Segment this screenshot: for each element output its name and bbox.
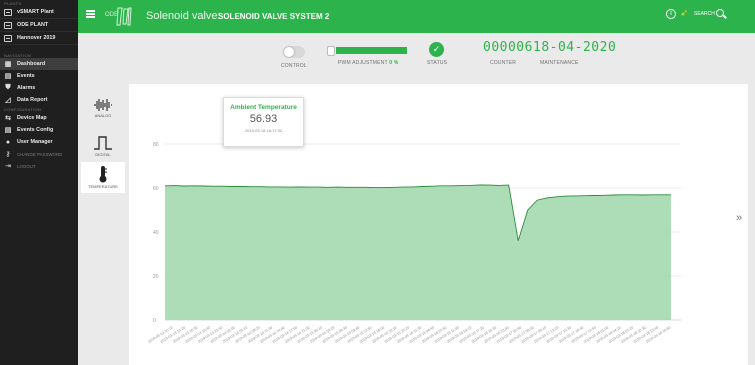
tooltip-value: 56.93 [249,113,278,125]
type-label: ANALOG [94,113,112,118]
sidebar-item-events[interactable]: ▤ Events [0,70,78,82]
y-tick-label: 60 [153,186,159,192]
maintenance-label: MAINTENANCE [540,60,579,66]
sidebar-item-label: CHANGE PASSWORD [17,151,63,157]
sidebar-item-label: LOGOUT [17,163,36,169]
sidebar-item-label: User Manager [17,139,53,145]
info-icon[interactable]: i [666,9,676,19]
sidebar-item-label: Events [17,73,35,79]
y-tick-label: 0 [153,318,156,324]
sidebar-plant-ode[interactable]: ODE PLANT [0,19,78,32]
type-temperature[interactable]: TEMPERATURE [81,162,125,193]
sidebar-item-label: Device Map [17,115,47,121]
sidebar-plant-label: Hannover 2019 [17,35,56,41]
sidebar-item-data-report[interactable]: ◿ Data Report [0,94,78,106]
sidebar-plant-label: vSMART Plant [17,9,54,15]
brand-logo-icon [116,7,132,26]
thermometer-icon [99,166,107,183]
type-analog[interactable]: ANALOG [81,98,125,118]
counter-value: 000006 [483,40,533,55]
type-digital[interactable]: DIGITAL [81,135,125,157]
sidebar-item-user-manager[interactable]: ● User Manager [0,136,78,148]
sidebar-item-label: Data Report [17,97,48,103]
dashboard-icon: ▦ [4,61,12,68]
type-label: DIGITAL [95,152,111,157]
search-icon[interactable] [716,9,724,17]
rocket-icon[interactable]: ➶ [680,8,688,19]
status-check-icon: ✓ [429,42,444,57]
control-toggle[interactable] [283,46,305,58]
plant-icon [4,21,12,29]
sidebar-item-device-map[interactable]: ⇆ Device Map [0,112,78,124]
calendar-icon: ▤ [4,127,12,134]
control-label: CONTROL [281,63,307,69]
counter-label: COUNTER [490,60,517,66]
logout-icon: ⇥ [5,163,11,170]
y-tick-label: 80 [153,142,159,148]
sidebar-item-label: Dashboard [17,61,46,67]
pwm-label-group: PWM ADJUSTMENT 0 % [338,60,398,66]
hamburger-menu-icon[interactable] [86,10,95,18]
chart-icon: ◿ [5,97,11,104]
maintenance-value: 18-04-2020 [533,40,617,55]
waveform-icon [94,99,112,111]
calendar-icon: ▤ [4,73,12,80]
pwm-slider-bar[interactable] [336,47,407,54]
status-label: STATUS [427,60,448,66]
sidebar-plant-label: ODE PLANT [17,22,49,28]
valve-name: SOLENOID VALVE SYSTEM 2 [218,12,330,21]
pwm-value: 0 % [389,60,399,66]
type-label: TEMPERATURE [88,184,118,189]
shield-icon: ⛊ [5,84,11,91]
sensor-type-column: ANALOG DIGITAL TEMPERATURE [78,77,133,365]
sidebar-item-logout[interactable]: ⇥ LOGOUT [0,160,78,172]
plant-icon [4,8,12,16]
chart-card: 0 20 40 60 80 2019-03-13 10:10 2019-03-13 13:2… [129,84,748,365]
y-tick-label: 20 [153,274,159,280]
square-wave-icon [94,136,112,150]
sidebar-item-change-password[interactable]: ⚷ CHANGE PASSWORD [0,148,78,160]
search-label[interactable]: SEARCH [694,11,715,17]
pwm-label: PWM ADJUSTMENT [338,60,388,66]
status-row: CONTROL PWM ADJUSTMENT 0 % ✓ STATUS 0000… [78,33,755,77]
series-area [165,184,671,320]
pwm-slider-handle[interactable] [327,46,335,56]
y-tick-label: 40 [153,230,159,236]
key-icon: ⚷ [5,151,11,158]
sidebar-item-dashboard[interactable]: ▦ Dashboard [0,58,78,70]
tooltip-title: Ambient Temperature [230,104,297,111]
sidebar-plant-vsmart[interactable]: vSMART Plant [0,6,78,19]
chevron-right-icon[interactable]: » [736,212,742,224]
sidebar-item-events-config[interactable]: ▤ Events Config [0,124,78,136]
user-icon: ● [5,138,11,146]
sidebar-plant-hannover[interactable]: Hannover 2019 [0,32,78,45]
sidebar: PLANTS vSMART Plant ODE PLANT Hannover 2… [0,0,78,365]
valve-label: Solenoid valve: [146,10,221,22]
sidebar-item-alarms[interactable]: ⛊ Alarms [0,82,78,94]
map-icon: ⇆ [5,115,11,122]
temperature-chart: 0204060802019-03-13 10:102019-03-13 13:2… [147,142,681,344]
sidebar-item-label: Alarms [17,85,36,91]
plant-icon [4,34,12,42]
tooltip-date: 2019-03-18 18:17:32 [244,128,283,133]
top-bar: ODE Solenoid valve: SOLENOID VALVE SYSTE… [78,0,755,33]
chart-tooltip: Ambient Temperature 56.93 2019-03-18 18:… [223,97,304,147]
sidebar-item-label: Events Config [17,127,54,133]
